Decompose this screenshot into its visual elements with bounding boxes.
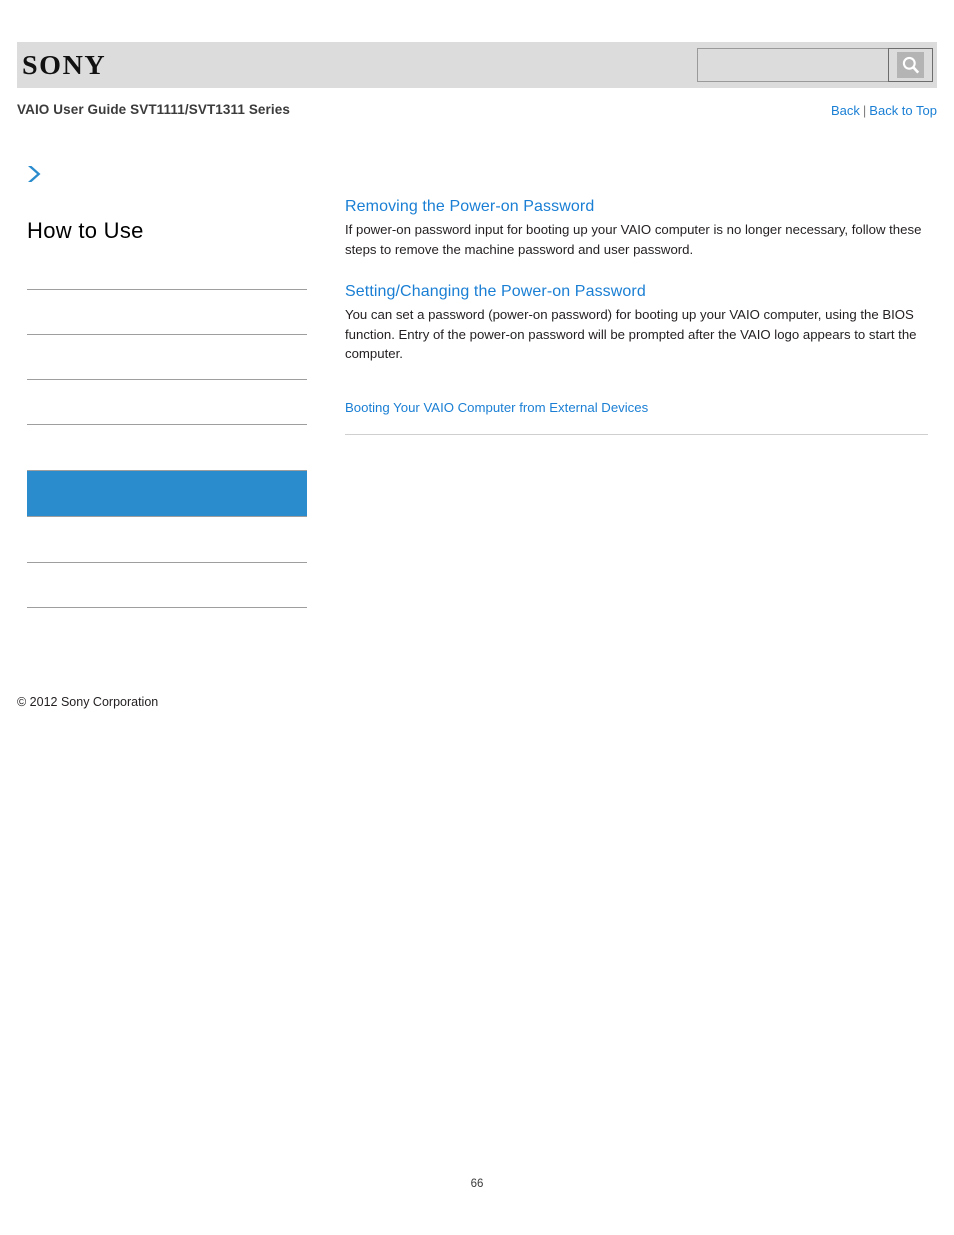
search-input[interactable] (697, 48, 888, 82)
content-section: Removing the Power-on Password If power-… (345, 198, 928, 259)
header-navigation: Back | Back to Top (831, 103, 937, 118)
copyright-notice: © 2012 Sony Corporation (17, 695, 159, 709)
sony-logo: SONY (22, 50, 107, 80)
section-body-text: You can set a password (power-on passwor… (345, 307, 917, 361)
content-section: Setting/Changing the Power-on Password Y… (345, 283, 928, 364)
back-to-top-link[interactable]: Back to Top (869, 103, 937, 118)
back-link[interactable]: Back (831, 103, 860, 118)
sidebar-item[interactable] (27, 425, 307, 471)
sidebar-item-selected[interactable] (27, 471, 307, 517)
section-title-link[interactable]: Setting/Changing the Power-on Password (345, 283, 928, 301)
sidebar-item[interactable] (27, 517, 307, 563)
section-title-link[interactable]: Removing the Power-on Password (345, 198, 928, 216)
related-topic-link[interactable]: Booting Your VAIO Computer from External… (345, 400, 928, 415)
content-divider (345, 433, 928, 435)
main-content: Removing the Power-on Password If power-… (345, 198, 928, 435)
sidebar-item[interactable] (27, 563, 307, 608)
section-body-text: If power-on password input for booting u… (345, 222, 922, 257)
page-number: 66 (470, 1178, 484, 1190)
sidebar-item[interactable] (27, 380, 307, 425)
search-icon (897, 52, 924, 78)
search-button[interactable] (888, 48, 933, 82)
sidebar-item[interactable] (27, 335, 307, 380)
chevron-right-icon[interactable] (25, 164, 43, 184)
sidebar-nav-list (27, 245, 307, 608)
page-title: VAIO User Guide SVT1111/SVT1311 Series (17, 102, 290, 117)
search-area (697, 48, 933, 82)
sidebar-item[interactable] (27, 245, 307, 290)
link-separator: | (862, 103, 867, 118)
sidebar-item[interactable] (27, 290, 307, 335)
site-header: SONY (17, 42, 937, 88)
sidebar-heading: How to Use (27, 218, 144, 243)
